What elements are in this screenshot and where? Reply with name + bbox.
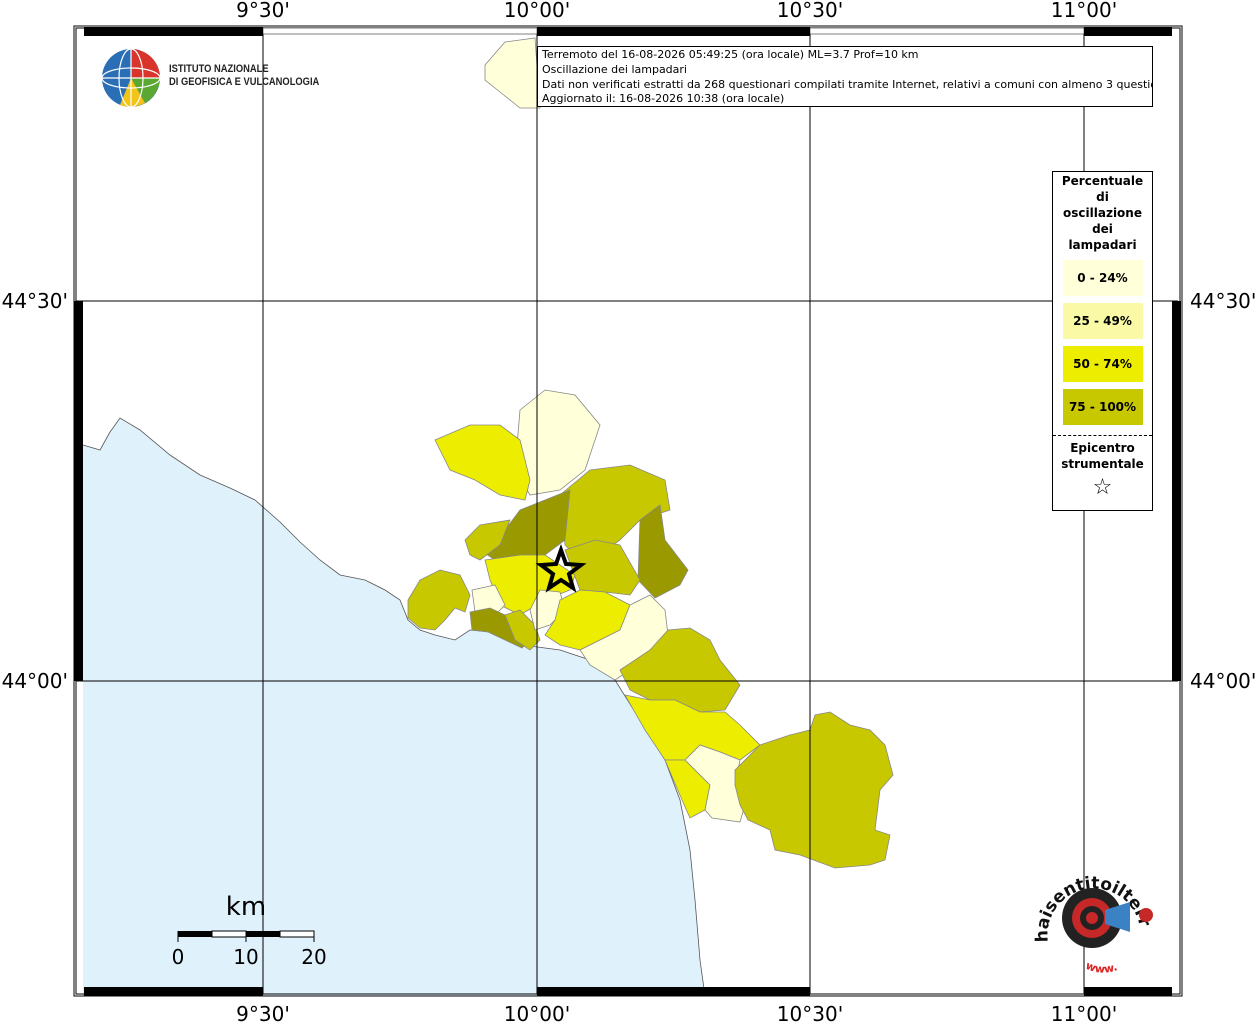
lon-label-bottom: 10°00' — [504, 1002, 570, 1024]
scale-unit: km — [226, 892, 266, 922]
info-title-line: Oscillazione dei lampadari — [542, 62, 687, 76]
legend-epicenter-line: strumentale — [1061, 457, 1144, 471]
legend-star-icon: ☆ — [1092, 475, 1113, 500]
ingv-logo: ISTITUTO NAZIONALE DI GEOFISICA E VULCAN… — [100, 47, 319, 111]
municipality-area — [734, 711, 894, 869]
municipality-area — [407, 569, 471, 631]
lon-label-bottom: 11°00' — [1051, 1002, 1117, 1024]
lat-label-right: 44°30' — [1190, 289, 1255, 313]
legend-title-line: Percentuale — [1061, 174, 1144, 188]
scale-label: 0 — [172, 945, 185, 969]
scale-label: 20 — [301, 945, 326, 969]
municipality-area — [484, 37, 541, 109]
ingv-name-line: ISTITUTO NAZIONALE — [169, 63, 269, 75]
scale-label: 10 — [233, 945, 258, 969]
legend-class-label: 50 - 74% — [1073, 357, 1132, 371]
legend-class-50-74: 50 - 74% — [1062, 346, 1143, 382]
lon-label-bottom: 9°30' — [236, 1002, 290, 1024]
info-event-line: Terremoto del 16-08-2026 05:49:25 (ora l… — [542, 48, 919, 61]
legend-class-label: 25 - 49% — [1073, 314, 1132, 328]
legend-epicenter-label: Epicentro strumentale — [1053, 440, 1152, 472]
legend-title-line: oscillazione — [1063, 206, 1142, 220]
info-updated-line: Aggiornato il: 16-08-2026 10:38 (ora loc… — [542, 92, 785, 106]
ingv-name-line: DI GEOFISICA E VULCANOLOGIA — [169, 76, 320, 88]
legend-class-0-24: 0 - 24% — [1062, 260, 1143, 296]
legend-class-75-100: 75 - 100% — [1062, 389, 1143, 425]
haisentito-prefix: www. — [1084, 959, 1119, 976]
lon-label-bottom: 10°30' — [777, 1002, 843, 1024]
haisentito-icon: haisentitoilterremoto.it www. — [1021, 855, 1155, 976]
municipality-area — [434, 424, 531, 501]
legend-class-label: 0 - 24% — [1077, 271, 1128, 285]
haisentito-logo: haisentitoilterremoto.it www. — [1021, 855, 1160, 980]
legend-class-25-49: 25 - 49% — [1062, 303, 1143, 339]
svg-text:www.: www. — [1084, 959, 1119, 976]
earthquake-info-box: Terremoto del 16-08-2026 05:49:25 (ora l… — [537, 46, 1153, 107]
lat-label-left: 44°30' — [2, 289, 68, 313]
legend-title: Percentuale di oscillazione dei lampadar… — [1053, 173, 1152, 253]
legend-title-line: di — [1096, 190, 1109, 204]
legend: Percentuale di oscillazione dei lampadar… — [1052, 171, 1153, 511]
legend-epicenter-line: Epicentro — [1070, 441, 1135, 455]
municipality-area — [637, 504, 689, 599]
lat-label-right: 44°00' — [1190, 669, 1255, 693]
lat-label-left: 44°00' — [2, 669, 68, 693]
lon-label-top: 9°30' — [236, 0, 290, 22]
lon-label-top: 10°30' — [777, 0, 843, 22]
lon-label-top: 10°00' — [504, 0, 570, 22]
legend-divider — [1053, 435, 1152, 436]
legend-class-label: 75 - 100% — [1068, 400, 1137, 414]
legend-title-line: dei — [1092, 222, 1113, 236]
lon-label-top: 11°00' — [1051, 0, 1117, 22]
info-disclaimer-line: Dati non verificati estratti da 268 ques… — [542, 77, 1153, 91]
globe-icon — [101, 48, 161, 108]
legend-title-line: lampadari — [1068, 238, 1137, 252]
